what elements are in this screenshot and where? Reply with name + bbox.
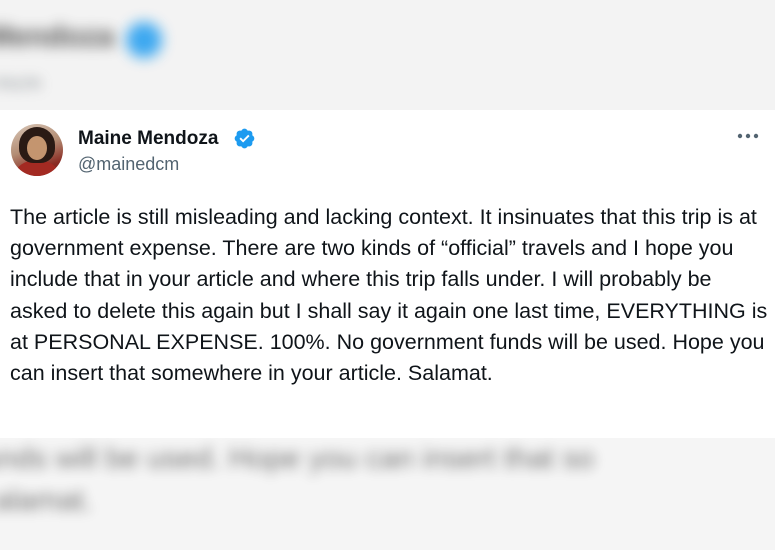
user-handle[interactable]: @mainedcm (78, 154, 179, 175)
blurred-text-line: alamat. (0, 484, 93, 517)
blurred-handle: mcm (0, 70, 42, 95)
blurred-text-line: unds will be used. Hope you can insert t… (0, 442, 595, 475)
tweet-card: Maine Mendoza @mainedcm The article is s… (0, 110, 775, 438)
tweet-text: The article is still misleading and lack… (10, 205, 768, 386)
blurred-verified-icon (126, 22, 162, 58)
page: Mendoza mcm Maine Mendoza @mainedcm The … (0, 0, 775, 550)
avatar[interactable] (11, 124, 63, 176)
blurred-name: Mendoza (0, 20, 115, 53)
blurred-background-bottom: unds will be used. Hope you can insert t… (0, 438, 775, 550)
more-options-icon[interactable] (734, 126, 762, 146)
blurred-background-top: Mendoza mcm (0, 0, 775, 110)
display-name[interactable]: Maine Mendoza (78, 128, 218, 150)
verified-badge-icon (234, 128, 255, 149)
